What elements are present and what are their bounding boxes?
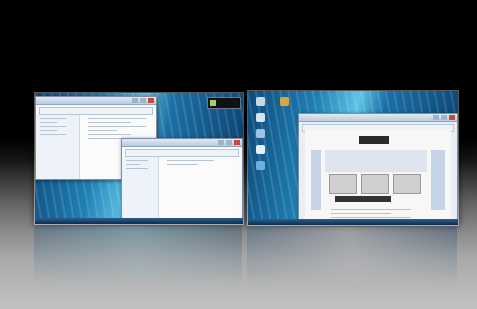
close-icon[interactable] — [449, 115, 455, 120]
maximize-icon[interactable] — [441, 115, 447, 120]
file-list[interactable] — [163, 157, 242, 168]
desktop-right-reflection — [247, 227, 457, 287]
maximize-icon[interactable] — [140, 98, 146, 103]
document-icon[interactable] — [256, 145, 265, 154]
window-titlebar[interactable] — [299, 114, 457, 122]
window-titlebar[interactable] — [122, 139, 242, 147]
folder-icon[interactable] — [280, 97, 289, 106]
page-right-column — [431, 150, 445, 210]
explorer-window-front[interactable] — [121, 138, 243, 224]
web-page[interactable] — [305, 130, 451, 224]
network-icon[interactable] — [256, 129, 265, 138]
page-banner — [325, 150, 427, 172]
clock-gadget-icon — [207, 97, 241, 109]
desktop-right[interactable] — [247, 90, 459, 226]
minimize-icon[interactable] — [433, 115, 439, 120]
computer-icon[interactable] — [256, 97, 265, 106]
minimize-icon[interactable] — [218, 140, 224, 145]
globe-icon[interactable] — [256, 161, 265, 170]
browser-window[interactable] — [298, 113, 458, 225]
close-icon[interactable] — [148, 98, 154, 103]
product-image-icon[interactable] — [393, 174, 421, 194]
minimize-icon[interactable] — [132, 98, 138, 103]
close-icon[interactable] — [234, 140, 240, 145]
desktop-switcher-view — [0, 0, 477, 309]
desktop-left[interactable] — [34, 92, 244, 225]
navigation-pane — [36, 115, 81, 179]
product-image-icon[interactable] — [329, 174, 357, 194]
product-strip — [335, 196, 391, 202]
maximize-icon[interactable] — [226, 140, 232, 145]
address-bar[interactable] — [39, 107, 153, 115]
navigation-pane — [122, 157, 159, 224]
taskbar[interactable] — [248, 219, 458, 225]
site-logo[interactable] — [359, 136, 389, 144]
recycle-bin-icon[interactable] — [256, 113, 265, 122]
taskbar[interactable] — [35, 218, 243, 224]
page-left-column — [311, 150, 321, 210]
window-titlebar[interactable] — [36, 97, 156, 105]
address-bar[interactable] — [125, 149, 239, 157]
product-image-icon[interactable] — [361, 174, 389, 194]
desktop-left-reflection — [34, 226, 242, 286]
